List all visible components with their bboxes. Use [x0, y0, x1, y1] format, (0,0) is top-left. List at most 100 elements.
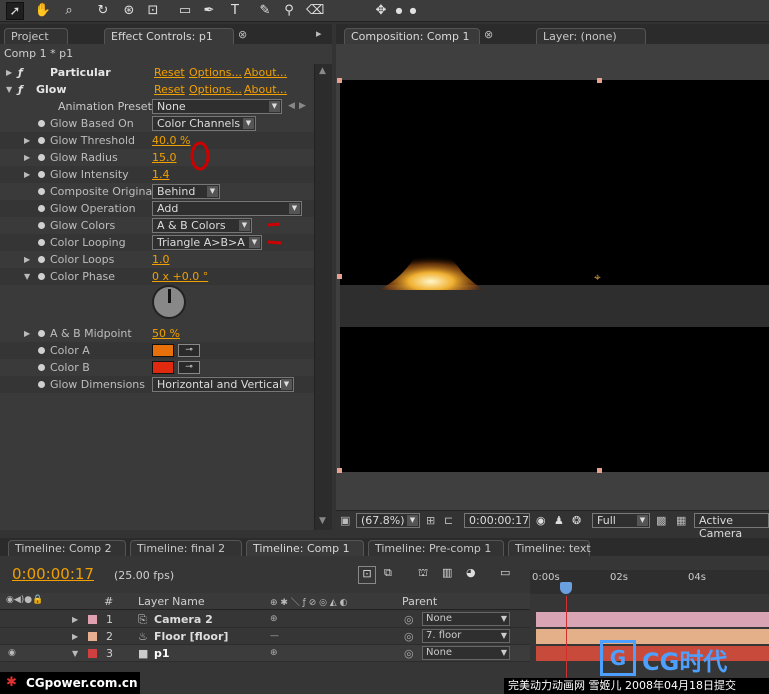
stopwatch-icon[interactable] [38, 347, 45, 354]
timeline-tab[interactable]: Timeline: Comp 1 [246, 540, 364, 556]
eye-icon[interactable]: ◉ [8, 645, 16, 662]
label-color-swatch[interactable] [88, 649, 97, 658]
clone-stamp-tool-icon[interactable]: ⚲ [280, 2, 298, 20]
parent-dropdown[interactable]: None ▼ [422, 612, 510, 626]
property-dropdown[interactable]: Color Channels ▼ [152, 116, 256, 131]
stopwatch-icon[interactable] [38, 171, 45, 178]
options-link[interactable]: Options... [189, 64, 242, 81]
color-swatch[interactable] [152, 361, 174, 374]
rectangle-tool-icon[interactable]: ▭ [176, 2, 194, 20]
close-icon[interactable]: ⊗ [484, 28, 493, 41]
expand-triangle-icon[interactable]: ▶ [24, 132, 30, 149]
property-value[interactable]: 15.0 [152, 149, 177, 166]
layer-duration-bar[interactable] [536, 612, 769, 627]
about-link[interactable]: About... [244, 64, 287, 81]
tab-effect-controls[interactable]: Effect Controls: p1 [104, 28, 234, 44]
bounding-handle[interactable] [597, 78, 602, 83]
mask-icon[interactable]: ⊏ [444, 514, 453, 527]
type-tool-icon[interactable]: T [226, 2, 244, 20]
reset-link[interactable]: Reset [154, 64, 185, 81]
orbit-camera-tool-icon[interactable]: ⊛ [120, 2, 138, 20]
tab-composition[interactable]: Composition: Comp 1 [344, 28, 480, 44]
zoom-tool-icon[interactable]: ⌕ [60, 2, 78, 20]
label-color-swatch[interactable] [88, 615, 97, 624]
fx-toggle-icon[interactable]: ƒ [18, 64, 23, 81]
selection-tool-icon[interactable]: ➚ [6, 2, 24, 20]
bounding-handle[interactable] [337, 78, 342, 83]
property-value[interactable]: 1.0 [152, 251, 170, 268]
pick-whip-icon[interactable]: ◎ [404, 645, 414, 662]
tab-layer[interactable]: Layer: (none) [536, 28, 646, 44]
tab-project[interactable]: Project [4, 28, 68, 44]
expand-triangle-icon[interactable]: ▶ [72, 628, 78, 645]
column-layer-name[interactable]: Layer Name [138, 595, 205, 608]
parent-dropdown[interactable]: None ▼ [422, 646, 510, 660]
time-ruler[interactable]: 0:00s 02s 04s [530, 570, 769, 594]
layer-name[interactable]: Camera 2 [154, 611, 213, 628]
layer-row[interactable]: ▶ 2 ♨ Floor [floor] — ◎ 7. floor ▼ [0, 628, 530, 645]
stopwatch-icon[interactable] [38, 205, 45, 212]
safe-zones-icon[interactable]: ⊞ [426, 514, 435, 527]
stopwatch-icon[interactable] [38, 239, 45, 246]
timeline-tab[interactable]: Timeline: text [508, 540, 591, 556]
layer-name[interactable]: p1 [154, 645, 170, 662]
label-color-swatch[interactable] [88, 632, 97, 641]
bounding-handle[interactable] [337, 468, 342, 473]
about-link[interactable]: About... [244, 81, 287, 98]
reset-link[interactable]: Reset [154, 81, 185, 98]
stopwatch-icon[interactable] [38, 222, 45, 229]
stopwatch-icon[interactable] [38, 273, 45, 280]
fx-toggle-icon[interactable]: ƒ [18, 81, 23, 98]
expand-triangle-icon[interactable]: ▶ [24, 166, 30, 183]
eraser-tool-icon[interactable]: ⌫ [306, 2, 324, 20]
switch-icon[interactable]: ⊕ [270, 611, 278, 628]
scroll-down-icon[interactable]: ▼ [319, 516, 326, 526]
layer-name[interactable]: Floor [floor] [154, 628, 228, 645]
live-update-icon[interactable]: ⧉ [384, 566, 392, 580]
timeline-tab[interactable]: Timeline: Pre-comp 1 [368, 540, 504, 556]
camera-dropdown[interactable]: Active Camera [694, 513, 769, 540]
zoom-dropdown[interactable]: (67.8%) ▼ [356, 513, 420, 528]
close-icon[interactable]: ⊗ [238, 28, 247, 41]
current-time-indicator[interactable] [560, 582, 572, 594]
timeline-tab[interactable]: Timeline: Comp 2 [8, 540, 126, 556]
timecode-field[interactable]: 0:00:00:17 [464, 513, 530, 528]
collapse-triangle-icon[interactable]: ▼ [6, 81, 12, 98]
stopwatch-icon[interactable] [38, 188, 45, 195]
pan-behind-tool-icon[interactable]: ⊡ [144, 2, 162, 20]
pick-whip-icon[interactable]: ◎ [404, 611, 414, 628]
collapse-triangle-icon[interactable]: ▼ [24, 268, 30, 285]
hide-shy-layers-icon[interactable]: ▥ [442, 566, 452, 579]
expand-triangle-icon[interactable]: ▶ [24, 325, 30, 342]
prev-preset-icon[interactable]: ◀ [288, 98, 295, 115]
hand-tool-icon[interactable]: ✋ [34, 2, 52, 20]
bounding-handle[interactable] [597, 468, 602, 473]
effect-controls-scrollbar[interactable]: ▲ ▼ [314, 64, 332, 530]
expand-triangle-icon[interactable]: ▶ [6, 64, 12, 81]
stopwatch-icon[interactable] [38, 137, 45, 144]
expand-triangle-icon[interactable]: ▶ [24, 251, 30, 268]
stopwatch-icon[interactable] [38, 330, 45, 337]
brush-tool-icon[interactable]: ✎ [256, 2, 274, 20]
stopwatch-icon[interactable] [38, 381, 45, 388]
current-time[interactable]: 0:00:00:17 [12, 565, 94, 583]
transparency-grid-icon[interactable]: ▦ [676, 514, 686, 527]
show-snapshot-icon[interactable]: ♟ [554, 514, 564, 527]
draft-3d-icon[interactable]: ⛫ [418, 566, 428, 581]
stopwatch-icon[interactable] [38, 154, 45, 161]
channels-icon[interactable]: ❂ [572, 514, 581, 527]
anchor-point-icon[interactable]: ⌖ [594, 270, 601, 285]
resolution-dropdown[interactable]: Full ▼ [592, 513, 650, 528]
rotation-tool-icon[interactable]: ↻ [94, 2, 112, 20]
stopwatch-icon[interactable] [38, 120, 45, 127]
motion-blur-icon[interactable]: ◕ [466, 566, 476, 579]
layer-row[interactable]: ◉ ▼ 3 ■ p1 ⊕ ◎ None ▼ [0, 645, 530, 662]
property-value[interactable]: 50 % [152, 325, 180, 342]
pen-tool-icon[interactable]: ✒ [200, 2, 218, 20]
options-link[interactable]: Options... [189, 81, 242, 98]
timeline-tab[interactable]: Timeline: final 2 [130, 540, 242, 556]
comp-mini-flowchart-icon[interactable]: ⊡ [358, 566, 376, 584]
bounding-handle[interactable] [337, 274, 342, 279]
region-of-interest-icon[interactable]: ▩ [656, 514, 666, 527]
snapshot-icon[interactable]: ◉ [536, 514, 546, 527]
